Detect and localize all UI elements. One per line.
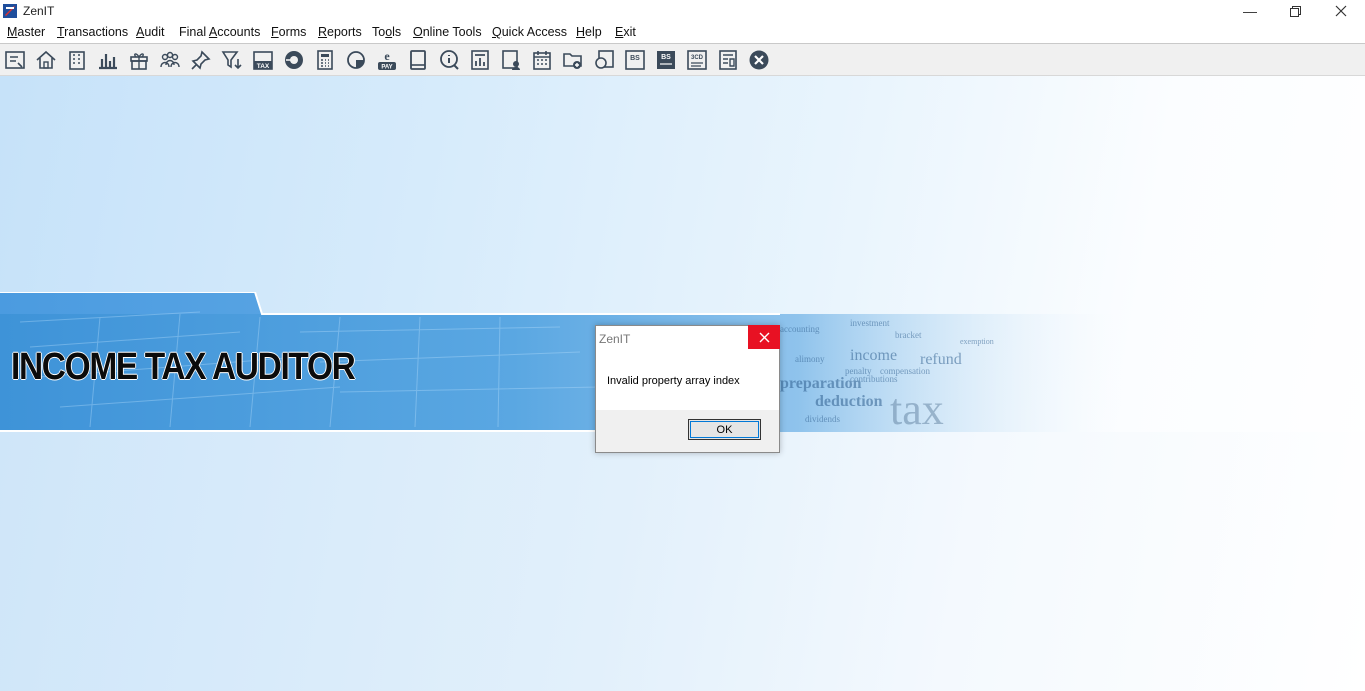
menu-exit[interactable]: Exit — [615, 25, 636, 39]
book-icon — [410, 50, 426, 70]
svg-text:deduction: deduction — [815, 393, 883, 410]
building-icon — [69, 51, 85, 70]
bs-gh-button[interactable]: BS — [654, 48, 678, 72]
svg-text:PAY: PAY — [381, 65, 392, 71]
info-button[interactable] — [437, 48, 461, 72]
pie-chart-icon — [347, 51, 365, 69]
form-icon — [719, 50, 737, 70]
users-button[interactable] — [158, 48, 182, 72]
menu-quick-access[interactable]: Quick Access — [492, 25, 567, 39]
filter-icon — [221, 51, 242, 70]
ledger-icon — [5, 51, 25, 69]
svg-text:3CD: 3CD — [691, 55, 704, 61]
bs-button[interactable]: BS — [623, 48, 647, 72]
info-icon — [440, 50, 459, 70]
report-button[interactable] — [468, 48, 492, 72]
svg-text:exemption: exemption — [960, 337, 994, 346]
title-bar: ZenIT — — [0, 0, 1365, 22]
pin-button[interactable] — [189, 48, 213, 72]
menu-master[interactable]: Master — [7, 25, 45, 39]
gift-button[interactable] — [127, 48, 151, 72]
calculator-icon — [317, 50, 333, 70]
window-close-button[interactable] — [1318, 0, 1364, 22]
svg-text:TAX: TAX — [257, 63, 270, 70]
close-icon — [759, 332, 769, 342]
3cd-button[interactable]: 3CD — [685, 48, 709, 72]
close-circle-icon — [749, 50, 769, 70]
disc-button[interactable] — [282, 48, 306, 72]
menu-final-accounts[interactable]: Final Accounts — [179, 25, 260, 39]
form-button[interactable] — [716, 48, 740, 72]
svg-text:e: e — [384, 49, 390, 63]
svg-text:bracket: bracket — [895, 330, 922, 340]
user-doc-button[interactable] — [499, 48, 523, 72]
3cd-icon: 3CD — [687, 50, 707, 70]
dialog-footer: OK — [596, 410, 779, 452]
user-doc-icon — [502, 50, 520, 70]
home-button[interactable] — [34, 48, 58, 72]
home-icon — [36, 50, 56, 69]
tax-button[interactable]: TAX — [251, 48, 275, 72]
refresh-doc-icon — [595, 50, 614, 69]
svg-text:investment: investment — [850, 318, 890, 328]
building-button[interactable] — [65, 48, 89, 72]
error-dialog: ZenIT Invalid property array index OK — [595, 325, 780, 453]
pin-icon — [191, 50, 211, 70]
svg-text:income: income — [850, 347, 897, 364]
e-pay-button[interactable]: e PAY — [375, 48, 399, 72]
calendar-button[interactable] — [530, 48, 554, 72]
disc-icon — [285, 51, 303, 69]
minimize-icon: — — [1243, 3, 1257, 19]
svg-text:contributions: contributions — [850, 374, 898, 384]
e-pay-icon: e PAY — [378, 49, 396, 71]
banner-title: INCOME TAX AUDITOR — [11, 346, 356, 388]
svg-text:tax: tax — [890, 385, 944, 432]
ok-button[interactable]: OK — [688, 419, 761, 440]
calendar-icon — [533, 51, 551, 70]
svg-text:accounting: accounting — [780, 324, 820, 334]
toolbar: TAX e PAY BS BS 3CD — [0, 44, 1365, 76]
menu-help[interactable]: Help — [576, 25, 602, 39]
svg-text:dividends: dividends — [805, 414, 840, 424]
users-icon — [160, 51, 180, 68]
dialog-message: Invalid property array index — [607, 375, 740, 387]
menu-bar: Master Transactions Audit Final Accounts… — [0, 22, 1365, 44]
folder-add-icon — [563, 53, 582, 69]
tax-icon: TAX — [253, 51, 273, 70]
dialog-title: ZenIT — [599, 332, 631, 346]
bs-icon: BS — [625, 50, 645, 70]
menu-audit[interactable]: Audit — [136, 25, 165, 39]
svg-text:BS: BS — [661, 54, 671, 61]
pie-chart-button[interactable] — [344, 48, 368, 72]
exit-button[interactable] — [747, 48, 771, 72]
folder-add-button[interactable] — [561, 48, 585, 72]
menu-tools[interactable]: Tools — [372, 25, 401, 39]
book-button[interactable] — [406, 48, 430, 72]
gift-icon — [130, 53, 148, 70]
calculator-button[interactable] — [313, 48, 337, 72]
close-icon — [1335, 5, 1347, 17]
menu-online-tools[interactable]: Online Tools — [413, 25, 482, 39]
report-icon — [471, 50, 489, 70]
ledger-button[interactable] — [3, 48, 27, 72]
bar-chart-button[interactable] — [96, 48, 120, 72]
menu-forms[interactable]: Forms — [271, 25, 306, 39]
restore-button[interactable] — [1272, 0, 1318, 22]
refresh-doc-button[interactable] — [592, 48, 616, 72]
filter-button[interactable] — [220, 48, 244, 72]
app-logo-icon — [3, 4, 17, 18]
bs-gh-icon: BS — [657, 51, 675, 69]
bar-chart-icon — [99, 54, 117, 70]
desktop-background-lower — [0, 432, 1365, 691]
svg-text:alimony: alimony — [795, 354, 825, 364]
minimize-button[interactable]: — — [1227, 0, 1273, 22]
svg-text:BS: BS — [630, 55, 640, 62]
menu-transactions[interactable]: Transactions — [57, 25, 128, 39]
menu-reports[interactable]: Reports — [318, 25, 362, 39]
restore-icon — [1289, 5, 1301, 17]
dialog-close-button[interactable] — [748, 325, 780, 349]
window-title: ZenIT — [23, 4, 55, 18]
